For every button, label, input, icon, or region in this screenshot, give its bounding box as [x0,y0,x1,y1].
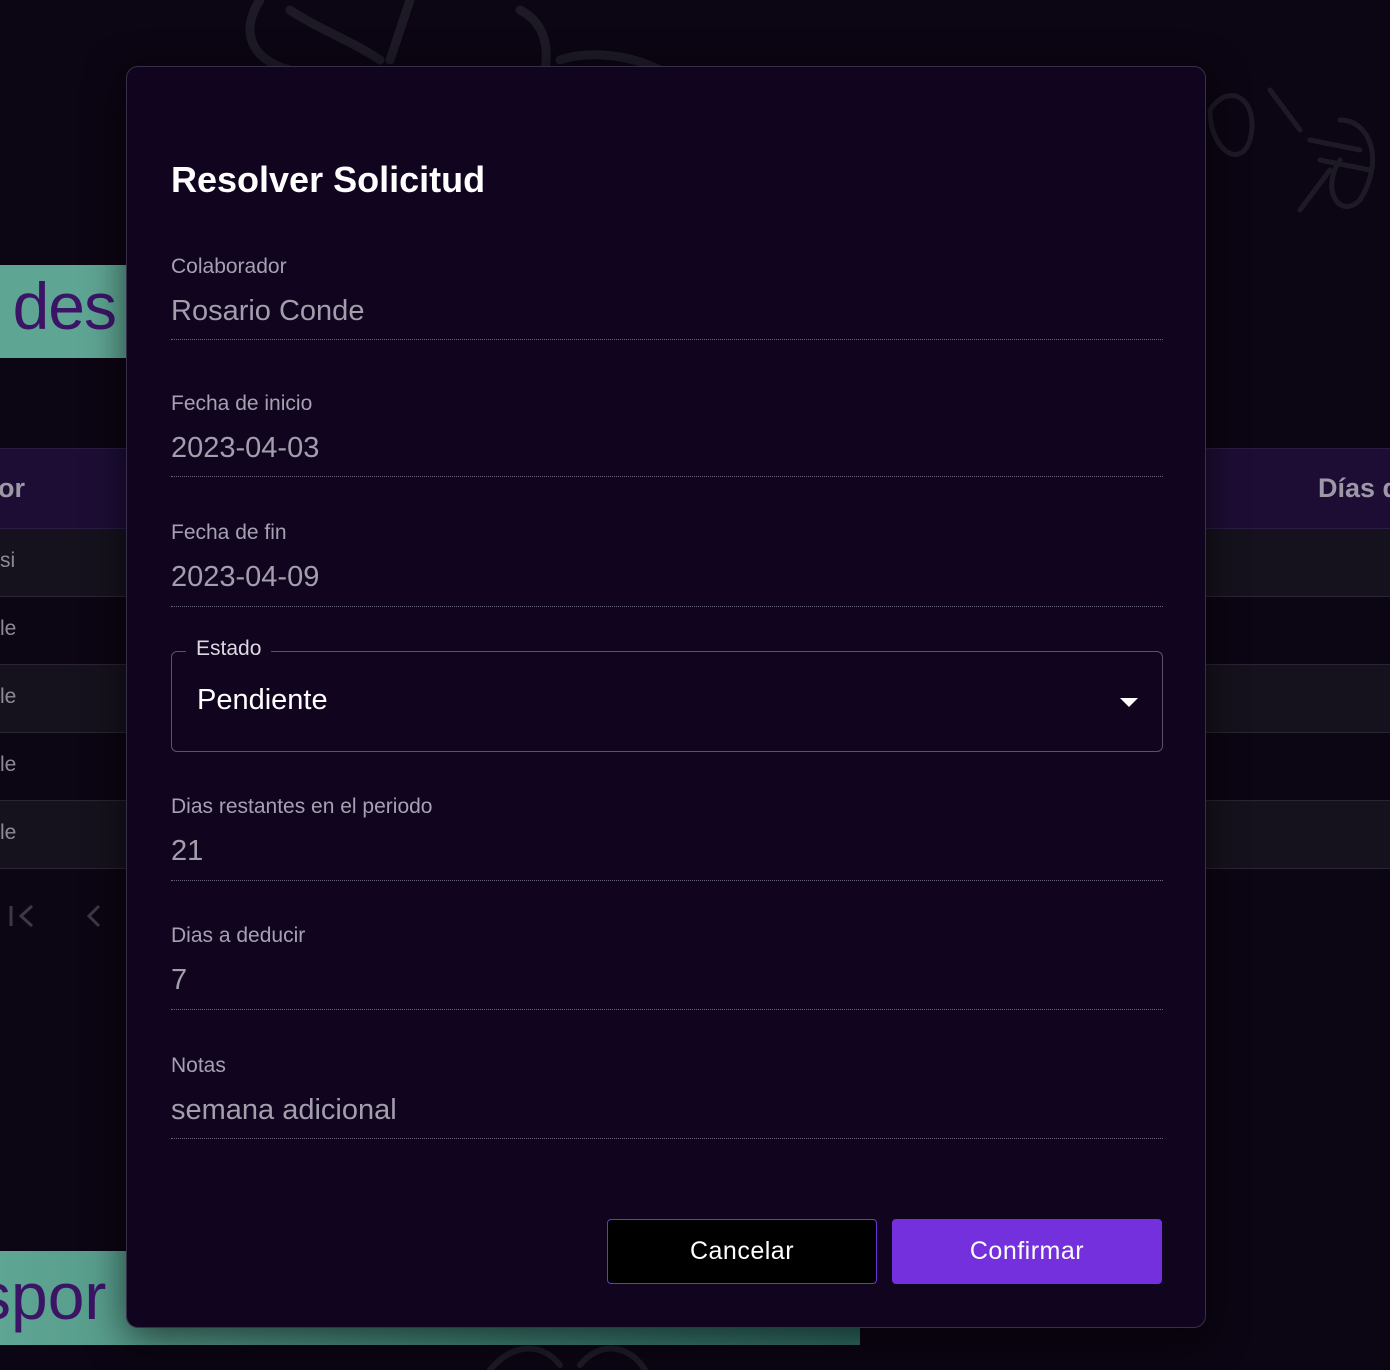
first-page-icon[interactable] [8,903,36,929]
colaborador-field: Colaborador Rosario Conde [171,255,1163,341]
dias-restantes-value: 21 [171,835,204,867]
field-underline [171,880,1163,881]
dias-restantes-label: Dias restantes en el periodo [171,795,433,818]
background-banner-top: des [0,265,130,358]
table-cell: le [0,685,17,708]
field-underline [171,1138,1163,1139]
table-cell: le [0,617,17,640]
fecha-inicio-field: Fecha de inicio 2023-04-03 [171,392,1163,478]
notas-label: Notas [171,1054,226,1077]
fecha-inicio-label: Fecha de inicio [171,392,313,415]
background-banner-top-text: des [12,269,117,343]
background-header-left: or [0,473,25,503]
dias-restantes-field: Dias restantes en el periodo 21 [171,795,1163,881]
resolve-request-dialog: Resolver Solicitud Colaborador Rosario C… [126,66,1206,1328]
chevron-left-icon[interactable] [84,903,104,929]
dias-deducir-value: 7 [171,964,188,996]
caret-down-icon[interactable] [1120,698,1138,707]
fecha-fin-field: Fecha de fin 2023-04-09 [171,521,1163,607]
estado-select[interactable]: Estado Pendiente [171,637,1163,752]
colaborador-label: Colaborador [171,255,287,278]
estado-label: Estado [186,637,272,661]
dias-deducir-field: Dias a deducir 7 [171,924,1163,1010]
colaborador-value: Rosario Conde [171,295,365,327]
notas-field: Notas semana adicional [171,1054,1163,1140]
dias-deducir-label: Dias a deducir [171,924,306,947]
fecha-inicio-value: 2023-04-03 [171,432,320,464]
field-underline [171,476,1163,477]
table-cell: si [0,549,16,572]
notas-value: semana adicional [171,1094,397,1126]
field-underline [171,339,1163,340]
fecha-fin-value: 2023-04-09 [171,561,320,593]
table-cell: le [0,753,17,776]
field-underline [171,606,1163,607]
field-underline [171,1009,1163,1010]
cancel-button[interactable]: Cancelar [607,1219,877,1284]
dialog-title: Resolver Solicitud [171,159,486,200]
fecha-fin-label: Fecha de fin [171,521,287,544]
app-stage: des or Días d si le le le le spor Resolv… [0,0,1390,1370]
background-header-right: Días d [1318,473,1390,503]
background-banner-bottom-text: spor [0,1259,107,1333]
confirm-button[interactable]: Confirmar [892,1219,1162,1284]
butterfly-doodle-icon [1207,87,1376,213]
table-cell: le [0,821,17,844]
estado-value: Pendiente [197,684,328,716]
